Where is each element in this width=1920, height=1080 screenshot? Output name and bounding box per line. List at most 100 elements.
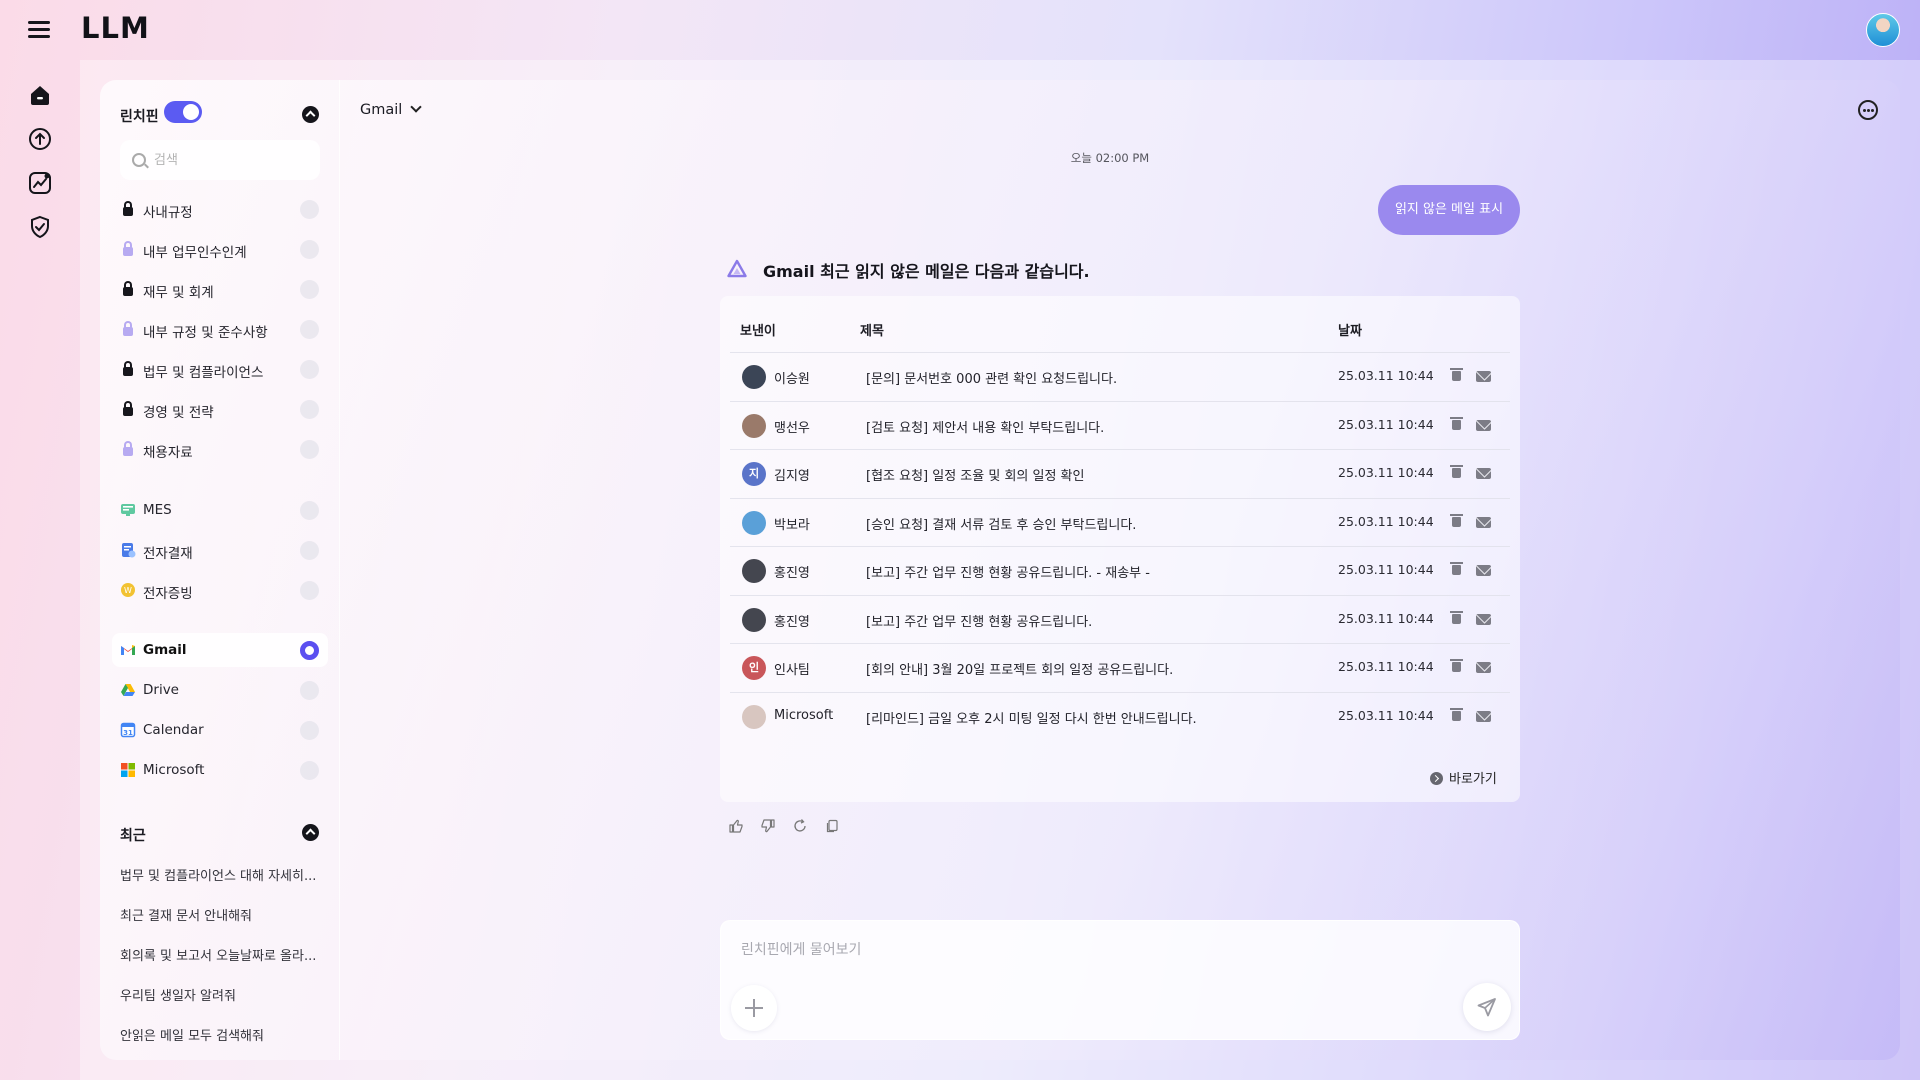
sidebar-item-label: 사내규정 bbox=[143, 205, 193, 221]
lock-icon bbox=[120, 441, 136, 457]
mail-sender: 홍진영 bbox=[774, 614, 810, 630]
sidebar-item-knowledge[interactable]: 채용자료 bbox=[112, 432, 328, 466]
mail-subject[interactable]: [승인 요청] 결재 서류 검토 후 승인 부탁드립니다. bbox=[866, 514, 1136, 533]
sidebar-item-knowledge[interactable]: 내부 규정 및 준수사항 bbox=[112, 312, 328, 346]
header-sender: 보낸이 bbox=[740, 324, 776, 339]
trash-icon[interactable] bbox=[1450, 416, 1463, 430]
sidebar-item-knowledge[interactable]: 내부 업무인수인계 bbox=[112, 232, 328, 266]
trash-icon[interactable] bbox=[1450, 707, 1463, 721]
select-radio[interactable] bbox=[300, 761, 319, 780]
sidebar-item-system[interactable]: MES bbox=[112, 493, 328, 527]
shield-check-icon[interactable] bbox=[27, 214, 53, 240]
mail-icon[interactable] bbox=[1476, 371, 1491, 382]
mail-icon[interactable] bbox=[1476, 419, 1491, 431]
send-button[interactable] bbox=[1463, 983, 1511, 1031]
sidebar-item-gmail[interactable]: Gmail bbox=[112, 633, 328, 667]
sidebar-search bbox=[120, 140, 320, 180]
sidebar-item-system[interactable]: W 전자증빙 bbox=[112, 573, 328, 607]
mail-subject[interactable]: [협조 요청] 일정 조율 및 회의 일정 확인 bbox=[866, 465, 1084, 484]
sidebar-item-knowledge[interactable]: 사내규정 bbox=[112, 192, 328, 226]
mail-row[interactable]: 홍진영 [보고] 주간 업무 진행 현황 공유드립니다. 25.03.11 10:4… bbox=[730, 594, 1510, 643]
mail-row[interactable]: 맹선우 [검토 요청] 제안서 내용 확인 부탁드립니다. 25.03.11 10:… bbox=[730, 400, 1510, 449]
mail-row[interactable]: 지 김지영 [협조 요청] 일정 조율 및 회의 일정 확인 25.03.11 10:… bbox=[730, 449, 1510, 497]
recent-chat-item[interactable]: 최근 결재 문서 안내해줘 bbox=[120, 905, 320, 924]
select-radio[interactable] bbox=[300, 641, 319, 660]
collapse-knowledge-button[interactable] bbox=[302, 106, 319, 123]
sidebar-item-calendar[interactable]: 31 Calendar bbox=[112, 713, 328, 747]
trash-icon[interactable] bbox=[1450, 465, 1463, 478]
attach-button[interactable] bbox=[731, 985, 777, 1031]
mail-subject[interactable]: [보고] 주간 업무 진행 현황 공유드립니다. - 재송부 - bbox=[866, 562, 1150, 581]
mail-row[interactable]: 박보라 [승인 요청] 결재 서류 검토 후 승인 부탁드립니다. 25.03.11… bbox=[730, 497, 1510, 546]
user-avatar[interactable] bbox=[1866, 13, 1900, 47]
mail-icon[interactable] bbox=[1476, 565, 1491, 576]
more-options-icon[interactable] bbox=[1858, 100, 1878, 120]
thumbs-down-icon[interactable] bbox=[760, 818, 776, 834]
mail-icon[interactable] bbox=[1476, 516, 1491, 528]
goto-label: 바로가기 bbox=[1449, 772, 1497, 787]
mail-subject[interactable]: [회의 안내] 3월 20일 프로젝트 회의 일정 공유드립니다. bbox=[866, 659, 1173, 678]
regenerate-icon[interactable] bbox=[792, 818, 808, 834]
search-icon bbox=[132, 153, 146, 167]
select-radio[interactable] bbox=[300, 240, 319, 259]
lock-icon bbox=[120, 321, 136, 337]
trash-icon[interactable] bbox=[1450, 513, 1463, 527]
trash-icon[interactable] bbox=[1450, 368, 1463, 381]
mail-subject[interactable]: [리마인드] 금일 오후 2시 미팅 일정 다시 한번 안내드립니다. bbox=[866, 708, 1197, 727]
sidebar-item-microsoft[interactable]: Microsoft bbox=[112, 753, 328, 787]
mail-row[interactable]: 이승원 [문의] 문서번호 000 관련 확인 요청드립니다. 25.03.11 1… bbox=[730, 352, 1510, 400]
select-radio[interactable] bbox=[300, 440, 319, 459]
mail-subject[interactable]: [검토 요청] 제안서 내용 확인 부탁드립니다. bbox=[866, 417, 1104, 436]
mail-row[interactable]: 인 인사팀 [회의 안내] 3월 20일 프로젝트 회의 일정 공유드립니다. 25.… bbox=[730, 643, 1510, 691]
mail-icon[interactable] bbox=[1476, 468, 1491, 479]
sidebar-item-drive[interactable]: Drive bbox=[112, 673, 328, 707]
select-radio[interactable] bbox=[300, 320, 319, 339]
upload-icon[interactable] bbox=[27, 126, 53, 152]
sidebar-title: 린치핀 bbox=[120, 109, 159, 125]
sidebar-item-system[interactable]: 전자결재 bbox=[112, 533, 328, 567]
copy-icon[interactable] bbox=[824, 818, 840, 834]
linchpin-toggle[interactable] bbox=[164, 101, 202, 123]
sender-avatar: 인 bbox=[742, 656, 766, 680]
select-radio[interactable] bbox=[300, 400, 319, 419]
mail-subject[interactable]: [보고] 주간 업무 진행 현황 공유드립니다. bbox=[866, 611, 1092, 630]
mail-icon[interactable] bbox=[1476, 710, 1491, 722]
microsoft-icon bbox=[120, 762, 136, 778]
goto-link[interactable]: 바로가기 bbox=[1430, 768, 1497, 787]
select-radio[interactable] bbox=[300, 501, 319, 520]
sidebar-item-label: 채용자료 bbox=[143, 445, 193, 461]
mail-row[interactable]: Microsoft [리마인드] 금일 오후 2시 미팅 일정 다시 한번 안내드… bbox=[730, 691, 1510, 740]
mail-subject[interactable]: [문의] 문서번호 000 관련 확인 요청드립니다. bbox=[866, 368, 1117, 387]
chevron-down-icon bbox=[410, 101, 422, 113]
select-radio[interactable] bbox=[300, 280, 319, 299]
thumbs-up-icon[interactable] bbox=[728, 818, 744, 834]
select-radio[interactable] bbox=[300, 200, 319, 219]
search-input[interactable] bbox=[154, 150, 304, 170]
trash-icon[interactable] bbox=[1450, 659, 1463, 672]
select-radio[interactable] bbox=[300, 681, 319, 700]
sidebar-item-knowledge[interactable]: 재무 및 회계 bbox=[112, 272, 328, 306]
home-icon[interactable] bbox=[27, 82, 53, 108]
mail-date: 25.03.11 10:44 bbox=[1338, 659, 1434, 674]
collapse-recent-button[interactable] bbox=[302, 824, 319, 841]
mail-icon[interactable] bbox=[1476, 613, 1491, 625]
trash-icon[interactable] bbox=[1450, 562, 1463, 575]
select-radio[interactable] bbox=[300, 360, 319, 379]
sidebar-item-knowledge[interactable]: 법무 및 컴플라이언스 bbox=[112, 352, 328, 386]
menu-icon[interactable] bbox=[28, 21, 50, 39]
select-radio[interactable] bbox=[300, 541, 319, 560]
recent-chat-item[interactable]: 안읽은 메일 모두 검색해줘 bbox=[120, 1025, 320, 1044]
recent-chat-item[interactable]: 법무 및 컴플라이언스 대해 자세히... bbox=[120, 865, 320, 884]
sidebar-item-knowledge[interactable]: 경영 및 전략 bbox=[112, 392, 328, 426]
recent-chat-item[interactable]: 우리팀 생일자 알려줘 bbox=[120, 985, 320, 1004]
mail-icon[interactable] bbox=[1476, 662, 1491, 673]
select-radio[interactable] bbox=[300, 721, 319, 740]
mail-row[interactable]: 홍진영 [보고] 주간 업무 진행 현황 공유드립니다. - 재송부 - 25.03… bbox=[730, 546, 1510, 594]
analytics-icon[interactable] bbox=[27, 170, 53, 196]
recent-chat-item[interactable]: 회의록 및 보고서 오늘날짜로 올라... bbox=[120, 945, 320, 964]
sidebar-header: 린치핀 bbox=[120, 100, 320, 130]
trash-icon[interactable] bbox=[1450, 610, 1463, 624]
select-radio[interactable] bbox=[300, 581, 319, 600]
source-selector[interactable]: Gmail bbox=[360, 101, 422, 118]
chat-input[interactable] bbox=[741, 939, 1441, 963]
